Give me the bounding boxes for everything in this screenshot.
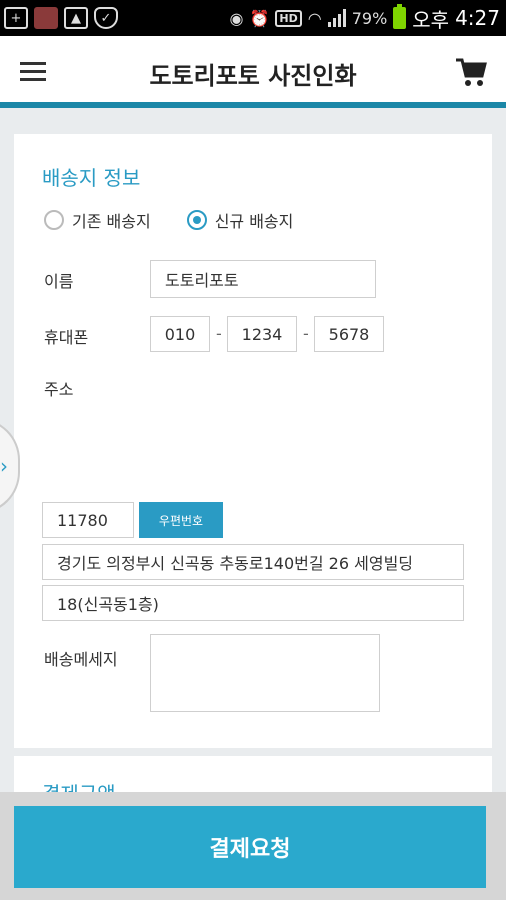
radio-existing-address[interactable] [44,210,64,230]
plus-icon: + [4,7,28,29]
phone-label: 휴대폰 [44,328,89,347]
image-icon: ▲ [64,7,88,29]
shield-icon: ✓ [94,7,118,29]
radio-label-existing[interactable]: 기존 배송지 [72,208,151,232]
address-line2-field[interactable]: 18(신곡동1층) [42,585,464,621]
page-title: 도토리포토 사진인화 [149,62,357,90]
system-icons: ◉ ⏰ HD ◠ 79% 오후 4:27 [229,4,500,32]
battery-icon [393,4,407,29]
address-line1-field[interactable]: 경기도 의정부시 신곡동 추동로140번길 26 세영빌딩 [42,544,464,580]
app-header: 도토리포토 사진인화 [0,36,506,108]
phone-field-3[interactable]: 5678 [314,316,384,352]
signal-icon [327,9,346,27]
name-label: 이름 [44,272,74,291]
shipping-info-card: 배송지 정보 기존 배송지 신규 배송지 이름 도토리포토 휴대폰 010 - … [14,134,492,748]
hd-icon: HD [275,9,302,27]
phone-separator: - [216,324,222,343]
eye-icon: ◉ [229,8,244,28]
phone-field-2[interactable]: 1234 [227,316,297,352]
status-time: 4:27 [455,6,500,30]
radio-new-address[interactable] [186,210,207,230]
message-textarea[interactable] [150,634,380,712]
status-bar: + ▲ ✓ ◉ ⏰ HD ◠ 79% 오후 4:27 [0,0,506,36]
chevron-right-icon: › [0,454,8,478]
cart-icon[interactable] [454,56,488,88]
status-ampm: 오후 [412,7,450,32]
radio-label-new[interactable]: 신규 배송지 [215,208,294,232]
phone-field-1[interactable]: 010 [150,316,210,352]
phone-separator: - [303,324,309,343]
notification-icons: + ▲ ✓ [4,4,118,32]
pay-request-button[interactable]: 결제요청 [14,806,486,888]
zipcode-field[interactable]: 11780 [42,502,134,538]
section-title-shipping: 배송지 정보 [42,166,141,190]
name-field[interactable]: 도토리포토 [150,260,376,298]
battery-percent: 79% [351,8,388,28]
alarm-icon: ⏰ [249,8,270,28]
wifi-icon: ◠ [307,8,322,28]
app-icon [34,7,58,29]
message-label: 배송메세지 [44,650,118,669]
zipcode-search-button[interactable]: 우편번호 [139,502,223,538]
address-label: 주소 [44,380,74,399]
address-type-radio-group: 기존 배송지 신규 배송지 [44,208,329,232]
